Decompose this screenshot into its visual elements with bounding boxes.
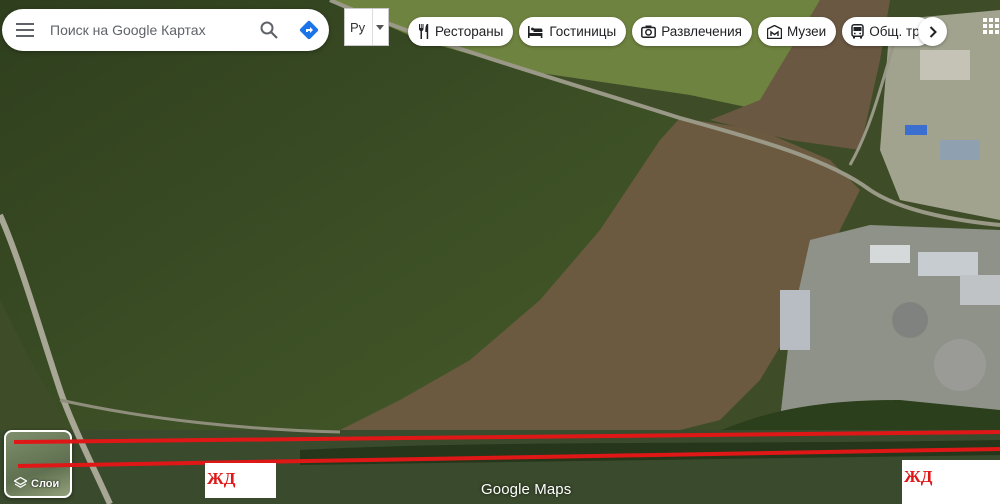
building xyxy=(905,125,927,135)
menu-button[interactable] xyxy=(2,9,48,51)
layers-icon xyxy=(14,477,27,489)
railway-label-left: ЖД xyxy=(205,463,276,498)
building xyxy=(940,140,980,160)
chip-restaurants[interactable]: Рестораны xyxy=(408,17,514,46)
building xyxy=(780,290,810,350)
building xyxy=(920,50,970,80)
building xyxy=(918,252,978,276)
search-box xyxy=(2,9,329,51)
chips-scroll-right-button[interactable] xyxy=(918,17,947,46)
camera-icon xyxy=(641,25,657,38)
chip-museums[interactable]: Музеи xyxy=(757,17,837,46)
building xyxy=(960,275,1000,305)
gravel-pile xyxy=(934,339,986,391)
apps-button[interactable] xyxy=(983,18,999,39)
hamburger-icon xyxy=(16,23,34,37)
railway-label-right: ЖД xyxy=(902,460,1000,504)
building xyxy=(870,245,910,263)
chip-hotels[interactable]: Гостиницы xyxy=(519,17,627,46)
chevron-right-icon xyxy=(929,25,937,38)
language-selector[interactable]: Ру xyxy=(344,8,389,46)
directions-icon xyxy=(299,20,319,40)
chip-entertainment[interactable]: Развлечения xyxy=(632,17,752,46)
directions-button[interactable] xyxy=(289,9,329,51)
apps-grid-icon xyxy=(983,18,999,34)
chip-label: Гостиницы xyxy=(549,24,617,39)
bus-icon xyxy=(851,24,864,39)
layers-label: Слои xyxy=(31,477,60,490)
search-input[interactable] xyxy=(48,9,249,51)
language-label: Ру xyxy=(350,19,366,35)
fork-knife-icon xyxy=(417,24,430,39)
google-maps-logo: Google Maps xyxy=(481,481,572,498)
search-button[interactable] xyxy=(249,9,289,51)
satellite-map[interactable] xyxy=(0,0,1000,504)
gravel-pile xyxy=(892,302,928,338)
chip-label: Рестораны xyxy=(435,24,504,39)
category-chips: Рестораны Гостиницы Развлечения Музеи Об… xyxy=(408,17,933,46)
chip-label: Музеи xyxy=(786,24,827,39)
search-icon xyxy=(260,21,278,39)
dropdown-arrow-icon xyxy=(371,9,388,45)
chip-label: Развлечения xyxy=(661,24,742,39)
museum-icon xyxy=(766,24,782,39)
layers-button[interactable]: Слои xyxy=(4,430,72,498)
bed-icon xyxy=(528,25,544,38)
layers-label-wrap: Слои xyxy=(14,477,59,490)
